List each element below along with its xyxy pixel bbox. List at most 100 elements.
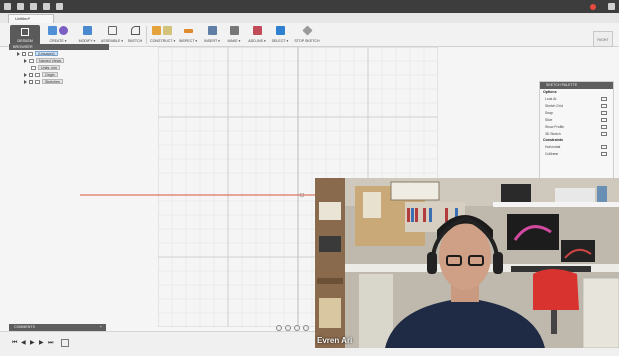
undo-icon[interactable] — [43, 3, 50, 10]
tree-item-root[interactable]: (Unsaved) — [9, 50, 109, 57]
select-cursor-icon — [275, 26, 285, 35]
document-tab[interactable]: Untitled* — [8, 14, 54, 23]
tree-item-label: Named Views — [36, 58, 65, 63]
checkbox-icon[interactable] — [601, 103, 607, 108]
make-label: MAKE ▾ — [227, 39, 241, 43]
checkbox-icon[interactable] — [601, 131, 607, 136]
select-menu[interactable]: SELECT ▾ — [270, 26, 290, 46]
constraint-collinear[interactable]: Collinear — [540, 150, 613, 157]
comments-label: COMMENTS — [14, 325, 35, 329]
option-look-at[interactable]: Look At — [540, 95, 613, 102]
visibility-checkbox[interactable] — [29, 79, 33, 84]
option-slice[interactable]: Slice — [540, 116, 613, 123]
option-label: 3D Sketch — [545, 131, 561, 136]
collinear-icon[interactable] — [601, 151, 607, 156]
press-pull-icon — [82, 26, 92, 35]
visibility-checkbox[interactable] — [22, 51, 26, 56]
joint-icon — [107, 26, 117, 35]
sketch-palette: SKETCH PALETTE Options Look At Sketch Gr… — [539, 81, 614, 179]
modify-menu[interactable]: MODIFY ▾ — [76, 26, 98, 46]
document-tab-label: Untitled* — [15, 16, 31, 21]
box-icon — [48, 26, 57, 35]
tree-item-named-views[interactable]: Named Views — [9, 57, 109, 64]
plane-icon — [152, 26, 161, 35]
expand-arrow-icon[interactable] — [17, 51, 20, 56]
inspect-menu[interactable]: INSPECT ▾ — [178, 26, 198, 46]
sphere-icon — [59, 26, 68, 35]
record-icon[interactable] — [590, 3, 596, 10]
checkbox-icon[interactable] — [601, 110, 607, 115]
sketch-feature-icon[interactable] — [61, 339, 69, 347]
insert-image-icon — [207, 26, 217, 35]
addins-menu[interactable]: ADD-INS ▾ — [246, 26, 268, 46]
constraint-horizontal[interactable]: Horizontal — [540, 143, 613, 150]
sketch-menu[interactable]: SKETCH — [126, 26, 144, 46]
look-at-icon[interactable] — [601, 96, 607, 101]
stop-sketch-label: STOP SKETCH — [294, 39, 320, 43]
folder-icon — [35, 79, 40, 84]
expand-arrow-icon[interactable] — [24, 79, 27, 84]
option-3d-sketch[interactable]: 3D Sketch — [540, 130, 613, 137]
option-show-profile[interactable]: Show Profile — [540, 123, 613, 130]
option-snap[interactable]: Snap — [540, 109, 613, 116]
timeline-controls: ⏮ ◀ ▶ ▶ ⏭ — [12, 339, 69, 347]
redo-icon[interactable] — [56, 3, 63, 10]
previous-step-icon[interactable]: ◀ — [21, 339, 27, 347]
workspace-switcher[interactable]: DESIGN — [10, 25, 40, 45]
tree-item-units[interactable]: Units: mm — [9, 64, 109, 71]
folder-icon — [35, 72, 40, 77]
file-icon[interactable] — [17, 3, 24, 10]
last-step-icon[interactable]: ⏭ — [48, 339, 54, 347]
save-icon[interactable] — [30, 3, 37, 10]
separator — [146, 26, 147, 44]
horizontal-icon[interactable] — [601, 144, 607, 149]
tree-item-origin[interactable]: Origin — [9, 71, 109, 78]
component-icon — [28, 51, 33, 56]
addins-icon — [252, 26, 262, 35]
stop-sketch-icon — [301, 25, 313, 36]
app-bar — [0, 0, 619, 13]
create-label: CREATE ▾ — [49, 39, 67, 43]
checkbox-icon[interactable] — [601, 117, 607, 122]
comments-bar[interactable]: COMMENTS + — [9, 324, 106, 331]
presenter-name: Evren Ari — [317, 336, 353, 345]
option-label: Slice — [545, 117, 553, 122]
browser-panel: BROWSER (Unsaved) Named Views Units: mm … — [9, 44, 109, 92]
create-menu[interactable]: CREATE ▾ — [44, 26, 72, 46]
checkbox-icon[interactable] — [601, 124, 607, 129]
assemble-menu[interactable]: ASSEMBLE ▾ — [100, 26, 124, 46]
option-label: Snap — [545, 110, 553, 115]
workspace-label: DESIGN — [17, 38, 33, 43]
make-menu[interactable]: MAKE ▾ — [224, 26, 244, 46]
construct-menu[interactable]: CONSTRUCT ▾ — [150, 26, 176, 46]
construct-label: CONSTRUCT ▾ — [150, 39, 176, 43]
stop-sketch-button[interactable]: STOP SKETCH — [292, 25, 322, 46]
first-step-icon[interactable]: ⏮ — [12, 339, 18, 347]
printer-icon — [229, 26, 239, 35]
insert-label: INSERT ▾ — [204, 39, 220, 43]
option-label: Look At — [545, 96, 557, 101]
axis-icon — [163, 26, 172, 35]
tree-item-sketches[interactable]: Sketches — [9, 78, 109, 85]
sketch-palette-header[interactable]: SKETCH PALETTE — [540, 82, 613, 89]
view-cube-label: RIGHT — [597, 38, 609, 42]
expand-arrow-icon[interactable] — [24, 72, 27, 77]
modify-label: MODIFY ▾ — [78, 39, 96, 43]
view-cube[interactable]: RIGHT — [593, 31, 613, 47]
select-label: SELECT ▾ — [271, 39, 289, 43]
help-icon[interactable] — [608, 3, 615, 10]
presenter-webcam — [315, 178, 619, 348]
inspect-label: INSPECT ▾ — [178, 39, 198, 43]
insert-menu[interactable]: INSERT ▾ — [202, 26, 222, 46]
visibility-checkbox[interactable] — [29, 72, 33, 77]
next-step-icon[interactable]: ▶ — [39, 339, 45, 347]
add-comment-icon[interactable]: + — [100, 324, 102, 331]
addins-label: ADD-INS ▾ — [248, 39, 266, 43]
expand-arrow-icon[interactable] — [24, 58, 27, 63]
grid-menu-icon[interactable] — [4, 3, 11, 10]
tree-item-label: Origin — [42, 72, 58, 77]
design-icon — [21, 28, 29, 36]
play-icon[interactable]: ▶ — [30, 339, 36, 347]
sketch-icon — [130, 26, 140, 35]
option-sketch-grid[interactable]: Sketch Grid — [540, 102, 613, 109]
